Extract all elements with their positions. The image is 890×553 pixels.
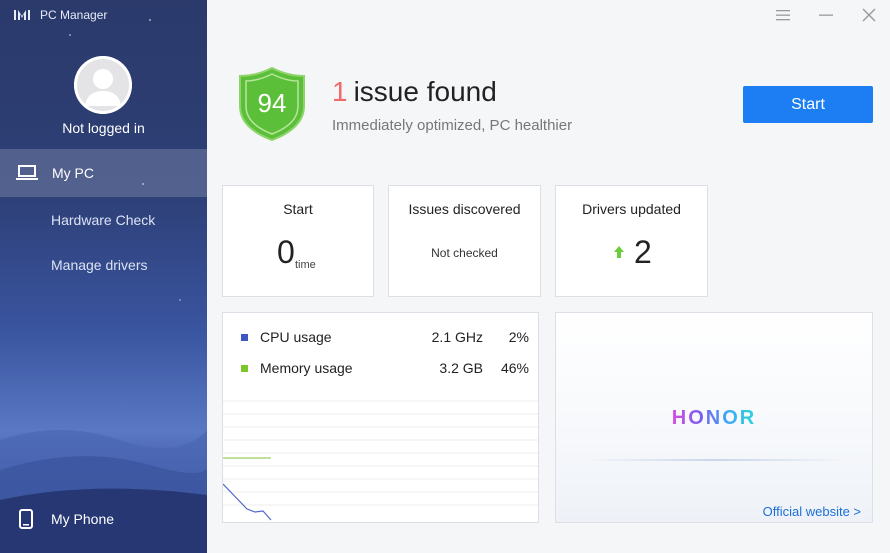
sidebar-item-label: My Phone [51, 511, 115, 527]
drivers-count: 2 [634, 234, 652, 270]
memory-legend-dot [241, 365, 248, 372]
cpu-speed: 2.1 GHz [431, 329, 483, 345]
app-title: PC Manager [14, 7, 107, 23]
sidebar-item-hardware-check[interactable]: Hardware Check [51, 212, 155, 228]
cpu-usage-line [223, 483, 272, 521]
arrow-up-icon [614, 246, 624, 258]
honor-logo-text: HONOR [671, 407, 757, 429]
start-count: 0 [277, 234, 295, 270]
start-button[interactable]: Start [743, 86, 873, 123]
issue-count: 1 [332, 76, 348, 107]
sidebar-item-label: My PC [52, 165, 94, 181]
issue-subtitle: Immediately optimized, PC healthier [332, 117, 573, 134]
drivers-card-title: Drivers updated [582, 201, 681, 217]
cpu-usage-label: CPU usage [260, 329, 332, 345]
honor-promo-card[interactable]: HONOR Official website > [555, 312, 873, 523]
sidebar: PC Manager Not logged in My PC Hardware … [0, 0, 207, 553]
issues-card-title: Issues discovered [408, 201, 521, 217]
honor-logo: HONOR [556, 407, 872, 430]
issue-text: issue found [353, 76, 497, 107]
usage-graph [223, 400, 538, 521]
sidebar-item-my-phone[interactable]: My Phone [0, 505, 207, 533]
issues-status: Not checked [431, 246, 498, 260]
usage-card: CPU usage 2.1 GHz 2% Memory usage 3.2 GB… [222, 312, 539, 523]
score-value: 94 [258, 88, 287, 118]
memory-usage-row: Memory usage 3.2 GB 46% [241, 360, 531, 378]
issue-title: 1 issue found [332, 76, 497, 108]
phone-icon [19, 509, 33, 529]
cpu-usage-row: CPU usage 2.1 GHz 2% [241, 329, 531, 347]
laptop-icon [16, 165, 38, 180]
menu-icon[interactable] [774, 6, 792, 24]
memory-percent: 46% [500, 360, 529, 376]
start-unit: time [295, 259, 316, 271]
score-shield: 94 [239, 66, 305, 142]
memory-amount: 3.2 GB [439, 360, 483, 376]
user-icon [74, 56, 132, 114]
memory-usage-label: Memory usage [260, 360, 353, 376]
start-card-title: Start [283, 201, 313, 217]
official-website-link[interactable]: Official website > [763, 504, 861, 519]
app-logo-icon [14, 10, 30, 20]
cpu-percent: 2% [508, 329, 529, 345]
cpu-legend-dot [241, 334, 248, 341]
drivers-card: Drivers updated 2 [555, 185, 708, 297]
start-card: Start 0 time [222, 185, 374, 297]
app-title-text: PC Manager [40, 8, 108, 22]
sidebar-item-manage-drivers[interactable]: Manage drivers [51, 257, 148, 273]
close-icon[interactable] [860, 6, 878, 24]
honor-divider [586, 459, 846, 461]
user-name[interactable]: Not logged in [0, 120, 207, 136]
sidebar-item-my-pc[interactable]: My PC [0, 149, 207, 197]
avatar[interactable] [74, 56, 132, 114]
minimize-icon[interactable] [817, 6, 835, 24]
issues-card: Issues discovered Not checked [388, 185, 541, 297]
